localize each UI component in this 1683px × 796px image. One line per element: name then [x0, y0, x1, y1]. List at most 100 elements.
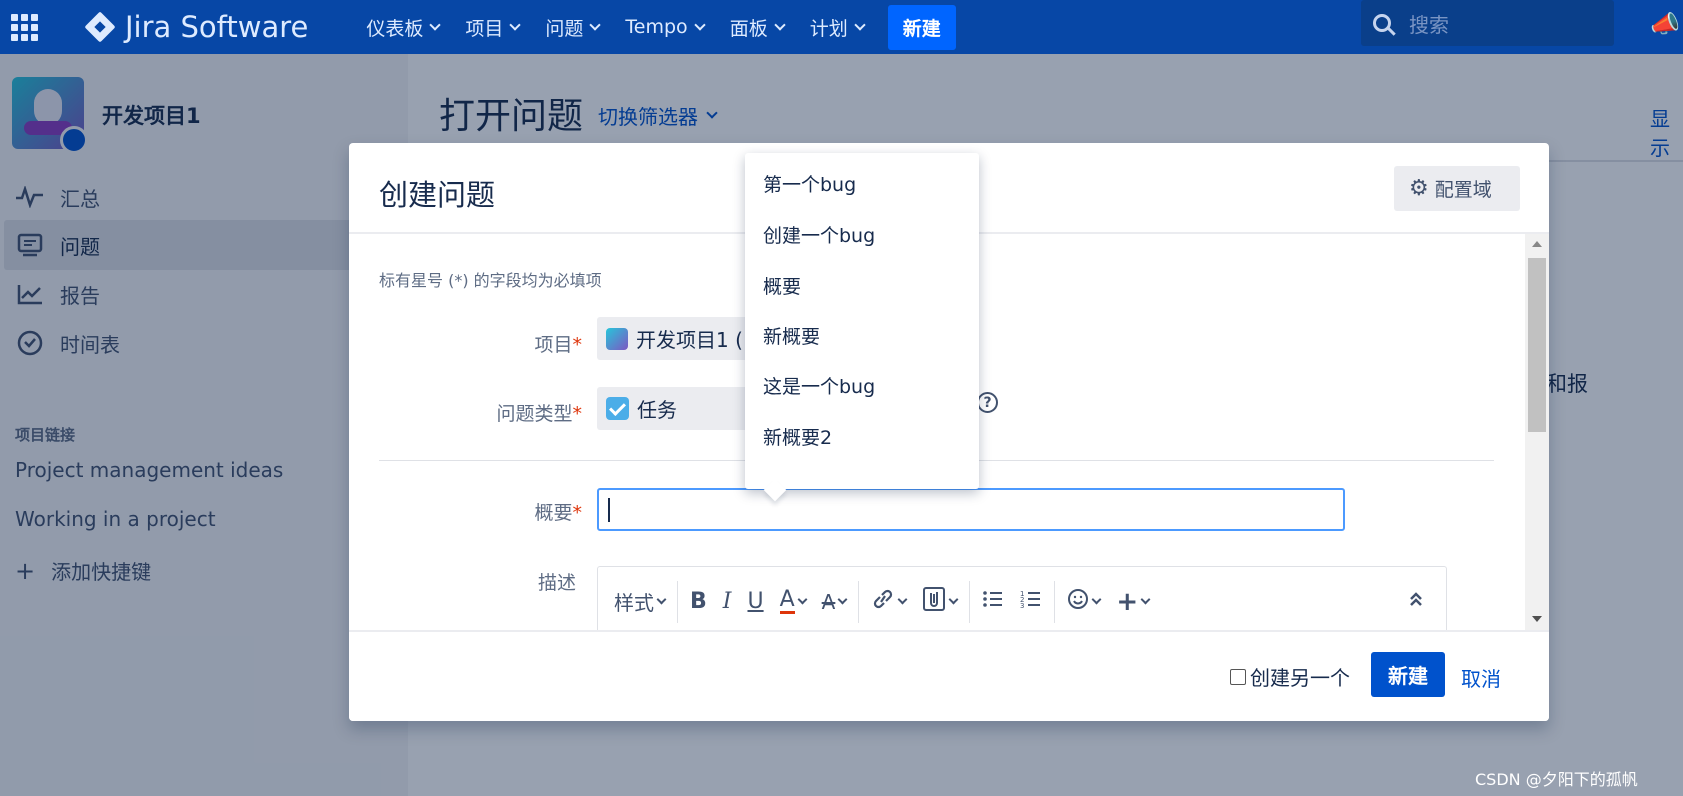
- chevrons-up-icon: [1408, 589, 1424, 614]
- text-color-icon: A: [779, 587, 795, 614]
- numbered-list-icon: 123: [1020, 589, 1042, 615]
- text-color-button[interactable]: A: [772, 582, 814, 622]
- issue-type-label: 问题类型*: [496, 399, 582, 426]
- dialog-scrollbar[interactable]: [1525, 234, 1549, 630]
- checkbox-box[interactable]: [1230, 668, 1246, 685]
- bold-button[interactable]: B: [682, 582, 715, 622]
- create-another-label: 创建另一个: [1250, 666, 1350, 690]
- app-switcher-icon[interactable]: [11, 13, 38, 41]
- nav-label: 仪表板: [366, 17, 424, 40]
- top-navigation: Jira Software 仪表板 项目 问题 Tempo 面板 计划 新建 搜…: [0, 0, 1683, 54]
- emoji-button[interactable]: [1059, 582, 1108, 622]
- product-name: Jira Software: [125, 10, 309, 44]
- summary-input[interactable]: [597, 488, 1345, 531]
- nav-create-button[interactable]: 新建: [887, 4, 956, 50]
- suggestion-item[interactable]: 第一个bug: [763, 170, 856, 197]
- search-input[interactable]: 搜索: [1361, 0, 1614, 46]
- link-button[interactable]: [863, 582, 914, 622]
- suggestion-item[interactable]: 新概要2: [763, 423, 832, 450]
- description-label: 描述: [537, 572, 576, 594]
- configure-fields-label: 配置域: [1434, 179, 1492, 201]
- nav-projects[interactable]: 项目: [465, 14, 522, 41]
- bullet-list-icon: [982, 589, 1004, 615]
- toolbar-separator: [677, 580, 678, 623]
- project-label: 项目*: [534, 330, 582, 357]
- nav-dashboards[interactable]: 仪表板: [366, 14, 442, 41]
- jira-diamond-icon: [84, 11, 116, 43]
- nav-label: 项目: [465, 17, 504, 40]
- style-label: 样式: [614, 591, 654, 615]
- plus-icon: +: [1116, 586, 1139, 617]
- svg-text:3: 3: [1020, 602, 1024, 609]
- megaphone-icon[interactable]: 📣: [1650, 10, 1680, 38]
- nav-issues[interactable]: 问题: [545, 14, 602, 41]
- toolbar-separator: [969, 580, 971, 623]
- required-star: *: [572, 334, 583, 356]
- collapse-toolbar-button[interactable]: [1400, 582, 1432, 622]
- link-icon: [871, 588, 895, 616]
- label-column: 项目* 问题类型* 概要* 描述: [349, 234, 582, 634]
- attachment-button[interactable]: [914, 582, 965, 622]
- chevron-down-icon: [1091, 594, 1102, 605]
- jira-logo[interactable]: Jira Software: [84, 10, 309, 44]
- nav-label: Tempo: [625, 16, 688, 38]
- suggestion-item[interactable]: 创建一个bug: [763, 221, 875, 248]
- nav-label: 计划: [809, 17, 848, 40]
- underline-button[interactable]: U: [739, 582, 771, 622]
- scroll-down-icon[interactable]: [1532, 616, 1542, 622]
- chevron-down-icon: [854, 18, 866, 31]
- label-text: 概要: [534, 502, 573, 524]
- attachment-icon: [922, 586, 946, 618]
- configure-fields-button[interactable]: ⚙ 配置域: [1394, 166, 1520, 211]
- dialog-title: 创建问题: [379, 178, 496, 212]
- help-icon[interactable]: ?: [977, 392, 998, 413]
- toolbar-separator: [1054, 580, 1056, 623]
- nav-tempo[interactable]: Tempo: [625, 16, 706, 38]
- chevron-down-icon: [656, 594, 667, 605]
- chevron-down-icon: [774, 18, 786, 31]
- suggestion-item[interactable]: 新概要: [763, 322, 820, 349]
- chevron-down-icon: [837, 594, 848, 605]
- chevron-down-icon: [694, 18, 706, 31]
- cancel-button[interactable]: 取消: [1461, 663, 1501, 692]
- create-another-checkbox[interactable]: 创建另一个: [1230, 662, 1350, 691]
- nav-label: 面板: [729, 17, 768, 40]
- style-dropdown[interactable]: 样式: [606, 582, 673, 622]
- search-placeholder: 搜索: [1409, 12, 1449, 37]
- bullet-list-button[interactable]: [974, 582, 1012, 622]
- text-effects-icon: A: [821, 589, 836, 614]
- editor-toolbar: 样式 B I U A A 1 2 3 +: [597, 566, 1447, 636]
- insert-more-button[interactable]: +: [1108, 582, 1157, 622]
- emoji-icon: [1067, 588, 1089, 616]
- gear-icon: ⚙: [1409, 176, 1429, 201]
- label-text: 项目: [534, 334, 573, 356]
- nav-plans[interactable]: 计划: [809, 14, 866, 41]
- dialog-footer: 创建另一个 新建 取消: [349, 630, 1549, 721]
- create-button[interactable]: 新建: [1371, 652, 1445, 697]
- suggestion-item[interactable]: 这是一个bug: [763, 372, 875, 399]
- chevron-down-icon: [509, 18, 522, 31]
- chevron-down-icon: [797, 594, 808, 605]
- chevron-down-icon: [897, 594, 908, 605]
- task-type-icon: [606, 397, 629, 420]
- chevron-down-icon: [429, 18, 442, 31]
- italic-button[interactable]: I: [715, 582, 740, 622]
- toolbar-separator: [858, 580, 860, 623]
- watermark: CSDN @夕阳下的孤帆: [1475, 770, 1638, 789]
- scrollbar-thumb[interactable]: [1528, 258, 1546, 432]
- required-star: *: [572, 403, 583, 425]
- text-caret: [608, 498, 610, 522]
- summary-label: 概要*: [534, 498, 582, 525]
- suggestion-item[interactable]: 概要: [763, 272, 801, 299]
- summary-suggestions-dropdown: 第一个bug 创建一个bug 概要 新概要 这是一个bug 新概要2: [745, 153, 979, 489]
- scroll-up-icon[interactable]: [1532, 241, 1542, 247]
- nav-label: 问题: [545, 17, 584, 40]
- label-text: 问题类型: [496, 403, 573, 425]
- chevron-down-icon: [1140, 594, 1151, 605]
- nav-boards[interactable]: 面板: [729, 14, 786, 41]
- main-nav: 仪表板 项目 问题 Tempo 面板 计划 新建: [366, 4, 956, 50]
- project-avatar: [606, 327, 628, 350]
- text-effects-button[interactable]: A: [814, 582, 855, 622]
- numbered-list-button[interactable]: 123: [1012, 582, 1050, 622]
- chevron-down-icon: [589, 18, 602, 31]
